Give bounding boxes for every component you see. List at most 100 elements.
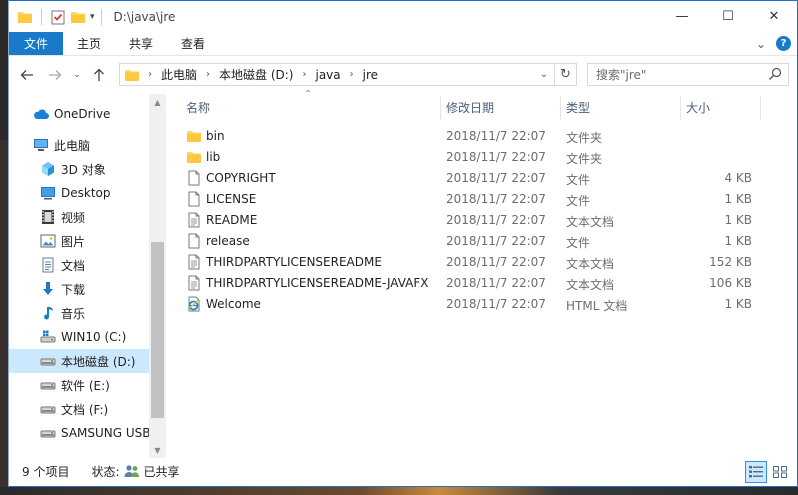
quick-access-toolbar: ▾	[9, 8, 95, 25]
sidebar-item-pictures[interactable]: 图片	[9, 229, 149, 253]
folder-icon	[125, 69, 139, 81]
shared-users-icon	[124, 465, 139, 477]
file-row[interactable]: THIRDPARTYLICENSEREADME-JAVAFX 2018/11/7 …	[186, 273, 786, 294]
sidebar-item-label: WIN10 (C:)	[61, 330, 127, 344]
details-view-button[interactable]	[745, 461, 767, 483]
scrollbar-thumb[interactable]	[151, 242, 164, 418]
file-row[interactable]: Welcome 2018/11/7 22:07 HTML 文档 1 KB	[186, 294, 786, 315]
sidebar-item-downloads[interactable]: 下载	[9, 277, 149, 301]
file-row[interactable]: THIRDPARTYLICENSEREADME 2018/11/7 22:07 文本…	[186, 252, 786, 273]
file-type: 文件夹	[566, 131, 603, 145]
file-modified-date: 2018/11/7 22:07	[446, 150, 546, 164]
drive-icon	[40, 353, 56, 369]
ie-html-icon	[186, 296, 202, 312]
item-count: 9 个项目	[22, 464, 70, 479]
navigation-scrollbar[interactable]: ▲ ▼	[149, 94, 166, 458]
sidebar-item-samsung-usb[interactable]: SAMSUNG USB	[9, 421, 149, 445]
sidebar-item-onedrive[interactable]: OneDrive	[9, 102, 149, 126]
view-switcher	[745, 461, 791, 483]
new-folder-icon[interactable]	[70, 9, 86, 25]
sidebar-item-drive-f[interactable]: 文档 (F:)	[9, 397, 149, 421]
recent-locations-button[interactable]: ⌄	[71, 63, 83, 87]
column-header-date[interactable]: 修改日期	[446, 94, 494, 120]
sidebar-item-label: 视频	[61, 210, 86, 225]
breadcrumb-this-pc[interactable]: 此电脑	[161, 66, 197, 83]
column-header-name[interactable]: 名称	[186, 94, 210, 120]
tab-file[interactable]: 文件	[9, 32, 64, 55]
tab-share[interactable]: 共享	[115, 32, 167, 55]
customize-toolbar-icon[interactable]: ▾	[90, 12, 95, 22]
file-icon	[186, 233, 202, 249]
breadcrumb-separator-icon[interactable]: ›	[350, 69, 354, 80]
sidebar-item-drive-d[interactable]: 本地磁盘 (D:)	[9, 349, 149, 373]
column-divider[interactable]	[680, 96, 681, 120]
tab-home[interactable]: 主页	[63, 32, 115, 55]
file-modified-date: 2018/11/7 22:07	[446, 192, 546, 206]
help-icon[interactable]: ?	[776, 36, 791, 51]
sidebar-item-music[interactable]: 音乐	[9, 301, 149, 325]
column-header-type[interactable]: 类型	[566, 94, 590, 120]
large-icons-view-button[interactable]	[769, 461, 791, 483]
sidebar-item-label: 文档	[61, 258, 86, 273]
sort-ascending-icon: ⌃	[304, 89, 313, 100]
address-dropdown-icon[interactable]: ⌄	[534, 69, 554, 80]
sidebar-item-label: 软件 (E:)	[61, 378, 110, 393]
file-row[interactable]: release 2018/11/7 22:07 文件 1 KB	[186, 231, 786, 252]
file-size: 4 KB	[724, 171, 752, 185]
search-box[interactable]: 搜索"jre"	[587, 63, 789, 86]
file-type: 文本文档	[566, 257, 615, 271]
scroll-up-icon[interactable]: ▲	[149, 94, 166, 110]
sidebar-item-desktop[interactable]: Desktop	[9, 181, 149, 205]
breadcrumb-separator-icon[interactable]: ›	[148, 69, 152, 80]
search-icon[interactable]	[768, 67, 782, 81]
breadcrumb-drive-d[interactable]: 本地磁盘 (D:)	[219, 66, 293, 83]
properties-icon[interactable]	[50, 9, 66, 25]
computer-icon	[33, 137, 49, 153]
column-divider[interactable]	[440, 96, 441, 120]
file-modified-date: 2018/11/7 22:07	[446, 255, 546, 269]
sidebar-item-videos[interactable]: 视频	[9, 205, 149, 229]
file-modified-date: 2018/11/7 22:07	[446, 297, 546, 311]
refresh-icon[interactable]: ↻	[554, 64, 576, 85]
file-modified-date: 2018/11/7 22:07	[446, 129, 546, 143]
sidebar-item-label: 下载	[61, 282, 86, 297]
close-button[interactable]: ✕	[751, 1, 797, 31]
search-input[interactable]: 搜索"jre"	[596, 66, 646, 83]
column-divider[interactable]	[760, 96, 761, 120]
expand-ribbon-icon[interactable]: ⌄	[756, 37, 766, 51]
sidebar-item-this-pc[interactable]: 此电脑	[9, 133, 149, 157]
sidebar-item-drive-c[interactable]: WIN10 (C:)	[9, 325, 149, 349]
up-button[interactable]	[87, 63, 111, 87]
column-divider[interactable]	[560, 96, 561, 120]
taskbar-edge	[0, 487, 798, 495]
sidebar-item-label: SAMSUNG USB	[61, 426, 149, 440]
forward-button[interactable]	[43, 63, 67, 87]
sidebar-item-label: OneDrive	[54, 107, 111, 121]
navigation-bar: ⌄ › 此电脑 › 本地磁盘 (D:) › java › jre ⌄ ↻ 搜索"…	[9, 56, 797, 93]
breadcrumb-separator-icon[interactable]: ›	[206, 69, 210, 80]
back-button[interactable]	[15, 63, 39, 87]
file-row[interactable]: bin 2018/11/7 22:07 文件夹	[186, 126, 786, 147]
file-row[interactable]: README 2018/11/7 22:07 文本文档 1 KB	[186, 210, 786, 231]
file-row[interactable]: COPYRIGHT 2018/11/7 22:07 文件 4 KB	[186, 168, 786, 189]
breadcrumb-separator-icon[interactable]: ›	[302, 69, 306, 80]
large-icons-view-icon	[773, 466, 787, 478]
file-size: 1 KB	[724, 192, 752, 206]
file-modified-date: 2018/11/7 22:07	[446, 276, 546, 290]
file-modified-date: 2018/11/7 22:07	[446, 171, 546, 185]
sidebar-item-documents[interactable]: 文档	[9, 253, 149, 277]
address-bar[interactable]: › 此电脑 › 本地磁盘 (D:) › java › jre ⌄ ↻	[119, 63, 577, 86]
minimize-button[interactable]: —	[659, 1, 705, 31]
maximize-button[interactable]: ☐	[705, 1, 751, 31]
breadcrumb-jre[interactable]: jre	[363, 68, 378, 82]
breadcrumb-java[interactable]: java	[315, 68, 340, 82]
sidebar-item-drive-e[interactable]: 软件 (E:)	[9, 373, 149, 397]
tab-view[interactable]: 查看	[167, 32, 219, 55]
column-header-size[interactable]: 大小	[686, 94, 710, 120]
state-label: 状态:	[91, 464, 120, 479]
navigation-pane: OneDrive 此电脑 3D 对象 Desktop 视频图片文档下载音乐 WIN10 (…	[9, 94, 149, 458]
video-icon	[40, 209, 56, 225]
sidebar-item-3d-objects[interactable]: 3D 对象	[9, 157, 149, 181]
file-row[interactable]: LICENSE 2018/11/7 22:07 文件 1 KB	[186, 189, 786, 210]
file-row[interactable]: lib 2018/11/7 22:07 文件夹	[186, 147, 786, 168]
